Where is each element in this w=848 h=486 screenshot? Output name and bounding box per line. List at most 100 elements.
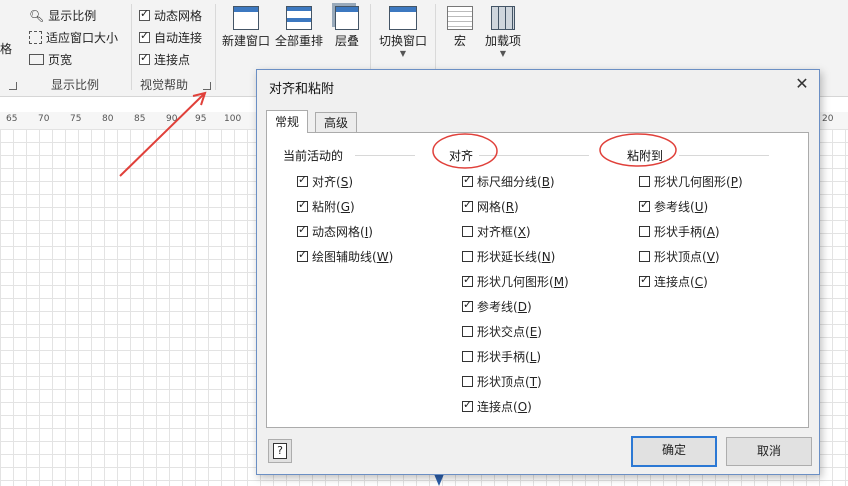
checkbox-icon [462, 398, 473, 412]
glue-option-shape-handles[interactable]: 形状手柄(A) [639, 223, 720, 240]
option-connection-points[interactable]: 连接点(O) [462, 398, 532, 415]
option-label: 形状几何图形(P) [654, 175, 743, 189]
option-label: 粘附(G) [312, 200, 355, 214]
cascade-button[interactable]: 层叠 [329, 6, 365, 49]
option-label: 对齐框(X) [477, 225, 531, 239]
checkbox-icon [462, 326, 473, 337]
switch-window-icon [389, 6, 417, 30]
checkbox-icon [462, 251, 473, 262]
checkbox-icon [297, 248, 308, 262]
fit-window-button[interactable]: 适应窗口大小 [29, 29, 118, 46]
page-width-label: 页宽 [48, 53, 73, 67]
checkbox-icon [639, 226, 650, 237]
checkbox-icon [639, 176, 650, 187]
macro-button[interactable]: 宏 [442, 6, 478, 49]
option-shape-vertices[interactable]: 形状顶点(T) [462, 373, 542, 390]
switch-window-label: 切换窗口 [378, 34, 427, 48]
option-guides[interactable]: 参考线(D) [462, 298, 532, 315]
ribbon-separator [215, 4, 216, 90]
divider [355, 155, 415, 156]
ruler-tick: 70 [38, 114, 50, 124]
checkbox-icon [639, 251, 650, 262]
option-shape-intersections[interactable]: 形状交点(E) [462, 323, 542, 340]
ruler-tick: 20 [822, 114, 834, 124]
option-dynamic-grid[interactable]: 动态网格(I) [297, 223, 373, 240]
currently-active-header: 当前活动的 [283, 149, 344, 163]
glue-option-shape-vertices[interactable]: 形状顶点(V) [639, 248, 720, 265]
glue-to-header: 粘附到 [627, 149, 664, 163]
option-shape-extensions[interactable]: 形状延长线(N) [462, 248, 555, 265]
option-grid[interactable]: 网格(R) [462, 198, 519, 215]
ok-button[interactable]: 确定 [631, 436, 717, 467]
option-label: 网格(R) [477, 200, 519, 214]
ruler-tick: 90 [166, 114, 178, 124]
checkbox-icon [139, 29, 150, 43]
checkbox-icon [639, 198, 650, 212]
option-alignment-box[interactable]: 对齐框(X) [462, 223, 531, 240]
option-label: 连接点(O) [477, 400, 532, 414]
option-snap[interactable]: 对齐(S) [297, 173, 353, 190]
help-icon: ? [273, 443, 287, 459]
zoom-button[interactable]: 🔍︎ 显示比例 [29, 7, 96, 24]
switch-window-button[interactable]: 切换窗口 ▼ [376, 6, 430, 58]
visual-aids-launcher-icon[interactable] [203, 82, 211, 90]
ruler-tick: 85 [134, 114, 146, 124]
option-drawing-aids[interactable]: 绘图辅助线(W) [297, 248, 393, 265]
ruler-tick: 100 [224, 114, 242, 124]
new-window-label: 新建窗口 [221, 34, 270, 48]
page-width-button[interactable]: 页宽 [29, 51, 72, 68]
help-button[interactable]: ? [268, 439, 292, 463]
addins-label: 加载项 [484, 34, 521, 48]
ruler-tick: 95 [195, 114, 207, 124]
option-label: 形状手柄(A) [654, 225, 720, 239]
option-shape-handles[interactable]: 形状手柄(L) [462, 348, 541, 365]
cascade-icon [335, 6, 359, 30]
option-label: 形状顶点(V) [654, 250, 720, 264]
glue-option-connection-points[interactable]: 连接点(C) [639, 273, 708, 290]
tab-advanced[interactable]: 高级 [315, 112, 358, 134]
fit-window-label: 适应窗口大小 [46, 31, 119, 45]
new-window-button[interactable]: 新建窗口 [221, 6, 271, 49]
dialog-title: 对齐和粘附 [269, 82, 335, 97]
connection-points-checkbox[interactable]: 连接点 [139, 51, 190, 68]
guide-marker [434, 474, 444, 486]
arrange-all-icon [286, 6, 312, 30]
option-label: 形状顶点(T) [477, 375, 542, 389]
option-label: 参考线(D) [477, 300, 532, 314]
zoom-group-caption: 显示比例 [51, 78, 100, 92]
snap-to-header: 对齐 [449, 149, 474, 163]
checkbox-icon [462, 351, 473, 362]
checkbox-icon [139, 51, 150, 65]
option-glue[interactable]: 粘附(G) [297, 198, 355, 215]
addins-icon [491, 6, 515, 30]
auto-connect-checkbox[interactable]: 自动连接 [139, 29, 202, 46]
cancel-button[interactable]: 取消 [726, 437, 812, 466]
arrange-all-label: 全部重排 [274, 34, 323, 48]
auto-connect-label: 自动连接 [154, 31, 203, 45]
checkbox-icon [462, 273, 473, 287]
option-ruler-subdivisions[interactable]: 标尺细分线(B) [462, 173, 555, 190]
ruler-tick: 65 [6, 114, 18, 124]
ribbon-cut-item[interactable]: 格 [0, 40, 12, 57]
divider [679, 155, 769, 156]
divider [479, 155, 589, 156]
addins-button[interactable]: 加载项 ▼ [481, 6, 525, 58]
ruler-tick: 75 [70, 114, 82, 124]
dynamic-grid-label: 动态网格 [154, 9, 203, 23]
dynamic-grid-checkbox[interactable]: 动态网格 [139, 7, 202, 24]
zoom-group-launcher-icon[interactable] [9, 82, 17, 90]
ribbon-cut-label: 格 [0, 42, 13, 56]
glue-option-shape-geometry[interactable]: 形状几何图形(P) [639, 173, 743, 190]
ruler-tick: 80 [102, 114, 114, 124]
checkbox-icon [297, 223, 308, 237]
arrange-all-button[interactable]: 全部重排 [274, 6, 324, 49]
close-icon[interactable]: ✕ [791, 74, 813, 94]
option-shape-geometry[interactable]: 形状几何图形(M) [462, 273, 569, 290]
macro-icon [447, 6, 473, 30]
glue-option-guides[interactable]: 参考线(U) [639, 198, 708, 215]
tab-general[interactable]: 常规 [266, 110, 309, 133]
visual-aids-caption: 视觉帮助 [140, 78, 189, 92]
checkbox-icon [462, 173, 473, 187]
new-window-icon [233, 6, 259, 30]
checkbox-icon [297, 198, 308, 212]
